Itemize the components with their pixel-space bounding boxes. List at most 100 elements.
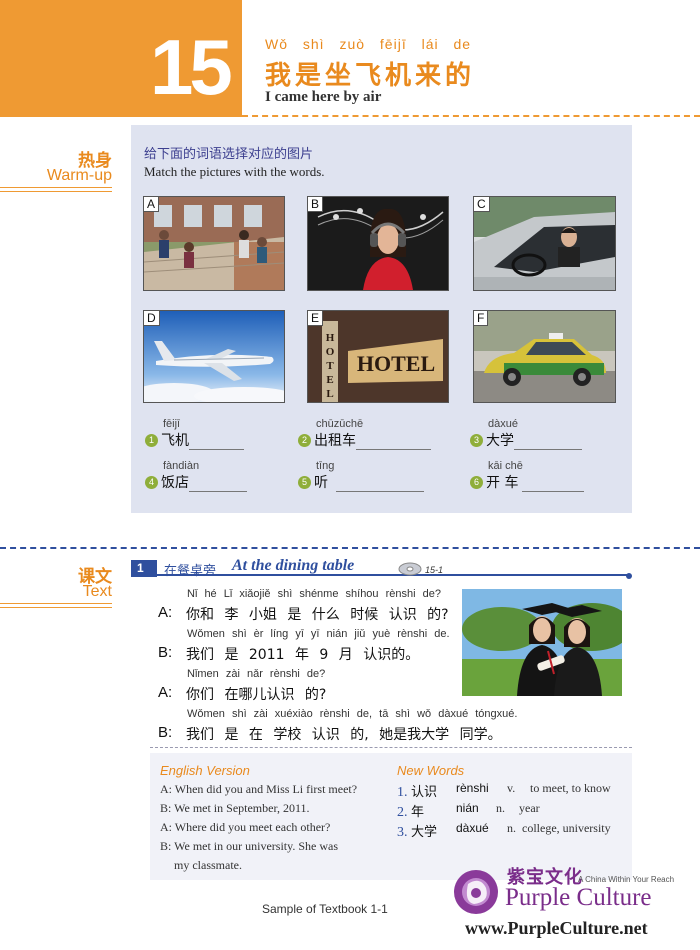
brand-name: Purple Culture bbox=[505, 884, 652, 911]
picture-d-airplane: D bbox=[143, 310, 285, 403]
new-word-pinyin: nián bbox=[456, 801, 479, 815]
dialogue-line-2: 我们 是 2011 年 9 月 认识的。 bbox=[186, 647, 420, 663]
picture-label: D bbox=[144, 311, 160, 326]
word-pinyin: tīng bbox=[316, 460, 335, 472]
speaker-label: B: bbox=[158, 724, 173, 741]
speaker-label: A: bbox=[158, 684, 173, 701]
new-word-row-2: 2. 年 nián n. year bbox=[397, 801, 632, 821]
hotel-sign-text: HOTEL bbox=[357, 351, 435, 376]
new-word-pos: n. bbox=[496, 801, 505, 815]
text-label-en: Text bbox=[82, 583, 112, 600]
lesson-number: 15 bbox=[150, 23, 233, 111]
word-number: 6 bbox=[470, 476, 483, 489]
picture-f-taxi: F bbox=[473, 310, 616, 403]
speaker-label: B: bbox=[158, 644, 173, 661]
svg-text:E: E bbox=[326, 374, 333, 386]
word-number: 3 bbox=[470, 434, 483, 447]
svg-text:T: T bbox=[326, 360, 334, 372]
lesson-title-english: I came here by air bbox=[265, 89, 382, 105]
word-pinyin: fēijī bbox=[163, 418, 181, 430]
word-chinese: 飞机 bbox=[161, 433, 189, 449]
word-item-6: kāi chē 6开 车 bbox=[470, 460, 585, 492]
new-word-meaning: college, university bbox=[522, 821, 611, 835]
answer-blank[interactable] bbox=[356, 438, 431, 450]
dialogue-pinyin-3: Nǐmen zài nǎr rènshi de? bbox=[187, 668, 326, 680]
new-word-row-1: 1. 认识 rènshi v. to meet, to know bbox=[397, 781, 632, 801]
audio-cd-icon[interactable] bbox=[398, 561, 422, 580]
picture-label: F bbox=[474, 311, 489, 326]
dialogue-line-4: 我们 是 在 学校 认识 的, 她是我大学 同学。 bbox=[186, 727, 502, 743]
section-divider bbox=[0, 547, 700, 549]
footer-caption: Sample of Textbook 1-1 bbox=[262, 902, 388, 916]
picture-c-driving: C bbox=[473, 196, 616, 291]
picture-label: C bbox=[474, 197, 490, 212]
word-chinese: 听 bbox=[314, 475, 328, 491]
lesson-title-pinyin: Wǒ shì zuò fēijī lái de bbox=[265, 36, 472, 52]
new-word-meaning: to meet, to know bbox=[530, 781, 611, 795]
dialogue-pinyin-4: Wǒmen shì zài xuéxiào rènshi de, tā shì … bbox=[187, 708, 518, 720]
brand-url[interactable]: www.PurpleCulture.net bbox=[465, 918, 648, 939]
word-pinyin: fàndiàn bbox=[163, 460, 200, 472]
instruction-english: Match the pictures with the words. bbox=[144, 164, 325, 179]
new-word-chinese: 大学 bbox=[411, 825, 438, 840]
word-chinese: 出租车 bbox=[314, 433, 356, 449]
word-chinese: 开 车 bbox=[486, 475, 519, 491]
word-chinese: 饭店 bbox=[161, 475, 189, 491]
word-pinyin: chūzūchē bbox=[316, 418, 364, 430]
word-item-2: chūzūchē 2 出租车 bbox=[298, 418, 431, 450]
lesson-title-chinese: 我是坐飞机来的 bbox=[265, 61, 476, 91]
english-line-4: B: We met in our university. She was bbox=[160, 839, 339, 853]
brand-tagline: A China Within Your Reach bbox=[578, 875, 675, 884]
new-word-number: 1. bbox=[397, 785, 408, 800]
picture-a-students: A bbox=[143, 196, 285, 291]
svg-text:O: O bbox=[326, 346, 335, 358]
picture-label: E bbox=[308, 311, 324, 326]
warmup-rule bbox=[0, 187, 112, 188]
graduation-photo bbox=[462, 589, 622, 696]
dialogue-pinyin-2: Wǒmen shì èr líng yī yī nián jiǔ yuè rèn… bbox=[187, 628, 450, 640]
answer-blank[interactable] bbox=[522, 480, 585, 492]
purple-culture-logo-icon bbox=[450, 862, 500, 922]
english-version-title: English Version bbox=[160, 763, 250, 778]
header-divider bbox=[242, 115, 700, 117]
dialogue-pinyin-1: Nǐ hé Lǐ xiǎojiě shì shénme shíhou rènsh… bbox=[187, 588, 441, 600]
new-word-pos: v. bbox=[507, 781, 516, 795]
word-item-5: tīng 5听 bbox=[298, 460, 424, 492]
text-title-chinese: 在餐桌旁 bbox=[164, 564, 217, 579]
new-words-title: New Words bbox=[397, 763, 465, 778]
svg-text:H: H bbox=[326, 332, 335, 344]
word-number: 5 bbox=[298, 476, 311, 489]
new-word-meaning: year bbox=[519, 801, 540, 815]
word-chinese: 大学 bbox=[486, 433, 514, 449]
answer-blank[interactable] bbox=[514, 438, 582, 450]
english-line-5: my classmate. bbox=[174, 858, 242, 872]
word-item-1: fēijī 1 飞机 bbox=[145, 418, 244, 450]
warmup-rule-2 bbox=[0, 191, 112, 192]
new-word-number: 3. bbox=[397, 825, 408, 840]
picture-b-headphones: B bbox=[307, 196, 449, 291]
new-word-chinese: 认识 bbox=[411, 785, 438, 800]
text-title-english: At the dining table bbox=[232, 557, 355, 574]
text-number-badge: 1 bbox=[131, 560, 157, 577]
answer-blank[interactable] bbox=[189, 480, 247, 492]
dialogue-line-1: 你和 李 小姐 是 什么 时候 认识 的? bbox=[186, 607, 449, 623]
word-item-3: dàxué 3 大学 bbox=[470, 418, 582, 450]
title-bar-dot bbox=[626, 573, 632, 579]
picture-label: A bbox=[144, 197, 160, 212]
english-line-3: A: Where did you meet each other? bbox=[160, 820, 331, 834]
answer-blank[interactable] bbox=[336, 480, 424, 492]
word-pinyin: kāi chē bbox=[488, 460, 523, 472]
answer-blank[interactable] bbox=[189, 438, 244, 450]
speaker-label: A: bbox=[158, 604, 173, 621]
text-rule bbox=[0, 603, 112, 604]
picture-label: B bbox=[308, 197, 324, 212]
english-line-2: B: We met in September, 2011. bbox=[160, 801, 310, 815]
audio-track-number: 15-1 bbox=[425, 565, 444, 575]
dialogue-separator bbox=[150, 747, 632, 748]
new-word-chinese: 年 bbox=[411, 805, 425, 820]
dialogue-line-3: 你们 在哪儿认识 的? bbox=[186, 687, 327, 703]
instruction-chinese: 给下面的词语选择对应的图片 bbox=[144, 147, 314, 162]
svg-text:L: L bbox=[326, 388, 333, 400]
word-number: 4 bbox=[145, 476, 158, 489]
warmup-label-en: Warm-up bbox=[46, 167, 112, 184]
